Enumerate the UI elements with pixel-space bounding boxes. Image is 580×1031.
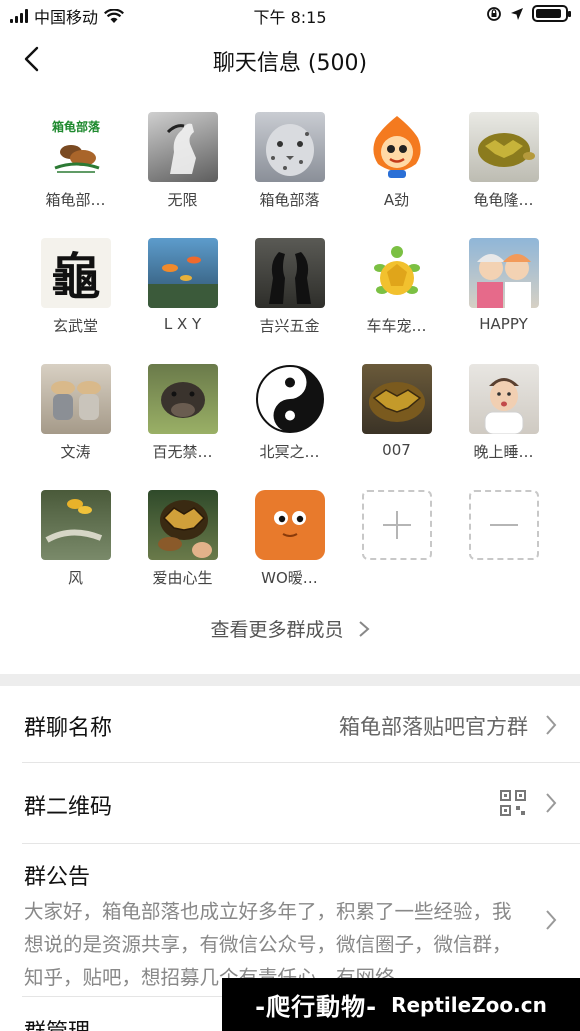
- member-name: HAPPY: [479, 315, 528, 333]
- watermark-en: ReptileZoo.cn: [391, 992, 547, 1017]
- group-manage-label: 群管理: [24, 1014, 90, 1031]
- member-item[interactable]: HAPPY: [468, 238, 539, 336]
- member-name: 北冥之…: [259, 443, 320, 461]
- avatar[interactable]: [147, 112, 218, 182]
- member-name: 风: [67, 569, 83, 587]
- member-item[interactable]: 风: [40, 490, 111, 588]
- avatar[interactable]: [147, 490, 218, 560]
- member-name: 吉兴五金: [259, 317, 320, 335]
- chevron-right-icon: [546, 715, 557, 735]
- page-title: 聊天信息 (500): [212, 51, 368, 76]
- member-item[interactable]: 龟龟隆…: [468, 112, 539, 210]
- avatar[interactable]: [361, 238, 432, 308]
- member-item[interactable]: 箱龟部落 箱龟部…: [40, 112, 111, 210]
- status-bar: 中国移动 下午 8:15: [0, 0, 580, 30]
- member-name: 百无禁…: [152, 443, 213, 461]
- member-name: 龟龟隆…: [473, 191, 534, 209]
- plus-icon: [382, 511, 411, 539]
- qr-code-label: 群二维码: [24, 795, 113, 820]
- nav-bar: 聊天信息 (500): [0, 36, 580, 84]
- member-name: 玄武堂: [52, 317, 98, 335]
- member-name: 无限: [167, 191, 198, 209]
- avatar[interactable]: [361, 112, 432, 182]
- avatar[interactable]: 箱龟部落: [40, 112, 111, 182]
- group-name-row[interactable]: 群聊名称 箱龟部落贴吧官方群: [0, 686, 580, 762]
- watermark-banner: -爬行動物- ReptileZoo.cn: [222, 978, 580, 1031]
- avatar[interactable]: [468, 238, 539, 308]
- avatar[interactable]: [147, 238, 218, 308]
- member-item[interactable]: 百无禁…: [147, 364, 218, 462]
- group-notice-label: 群公告: [24, 865, 91, 890]
- member-item[interactable]: A劲: [361, 112, 432, 210]
- member-item[interactable]: WO暧…: [254, 490, 325, 588]
- remove-member-button[interactable]: [468, 490, 539, 560]
- member-grid: 箱龟部落 箱龟部… 无限 箱龟部落 A劲 龟龟隆… 龜 玄武堂 L X Y 吉兴…: [40, 112, 540, 588]
- member-item[interactable]: 吉兴五金: [254, 238, 325, 336]
- avatar[interactable]: [254, 238, 325, 308]
- member-name: 箱龟部落: [259, 191, 320, 209]
- member-item[interactable]: 文涛: [40, 364, 111, 462]
- member-item[interactable]: 箱龟部落: [254, 112, 325, 210]
- rotation-lock-icon: [487, 6, 501, 21]
- chevron-right-icon: [546, 793, 557, 813]
- qr-code-row[interactable]: 群二维码: [0, 763, 580, 843]
- group-name-label: 群聊名称: [24, 716, 113, 741]
- avatar[interactable]: 龜: [40, 238, 111, 308]
- member-name: 007: [382, 441, 411, 459]
- add-member-button[interactable]: [361, 490, 432, 560]
- view-more-members[interactable]: 查看更多群成员: [0, 615, 580, 642]
- member-name: 车车宠…: [366, 317, 427, 335]
- avatar[interactable]: [40, 490, 111, 560]
- member-item[interactable]: 北冥之…: [254, 364, 325, 462]
- member-item[interactable]: 龜 玄武堂: [40, 238, 111, 336]
- member-item[interactable]: 晚上睡…: [468, 364, 539, 462]
- battery-level: [536, 9, 562, 18]
- member-item[interactable]: 爱由心生: [147, 490, 218, 588]
- avatar[interactable]: [147, 364, 218, 434]
- chevron-right-icon: [358, 621, 370, 637]
- avatar[interactable]: [468, 112, 539, 182]
- avatar[interactable]: [254, 112, 325, 182]
- member-name: 晚上睡…: [473, 443, 534, 461]
- remove-member[interactable]: [468, 490, 539, 588]
- watermark-cn: -爬行動物-: [255, 993, 378, 1021]
- view-more-label: 查看更多群成员: [210, 619, 344, 641]
- avatar-logo-text: 箱龟部落: [51, 119, 100, 134]
- member-item[interactable]: L X Y: [147, 238, 218, 336]
- qr-code-icon: [500, 790, 526, 816]
- avatar[interactable]: [254, 490, 325, 560]
- member-name: A劲: [383, 191, 410, 209]
- chevron-right-icon: [546, 910, 557, 930]
- member-name: 文涛: [60, 443, 91, 461]
- member-name: L X Y: [163, 315, 202, 333]
- section-divider: [0, 674, 580, 686]
- member-item[interactable]: 无限: [147, 112, 218, 210]
- avatar[interactable]: [361, 364, 432, 434]
- member-item[interactable]: 007: [361, 364, 432, 462]
- member-name: 箱龟部…: [45, 191, 106, 209]
- location-icon: [511, 7, 523, 20]
- avatar[interactable]: [254, 364, 325, 434]
- avatar-glyph: 龜: [50, 247, 101, 306]
- member-name: 爱由心生: [152, 569, 213, 587]
- member-name: WO暧…: [261, 569, 318, 587]
- avatar[interactable]: [40, 364, 111, 434]
- avatar[interactable]: [468, 364, 539, 434]
- battery-icon: [532, 5, 571, 22]
- group-name-value: 箱龟部落贴吧官方群: [339, 715, 528, 739]
- add-member[interactable]: [361, 490, 432, 588]
- minus-icon: [489, 524, 518, 526]
- status-right: [486, 5, 571, 22]
- member-item[interactable]: 车车宠…: [361, 238, 432, 336]
